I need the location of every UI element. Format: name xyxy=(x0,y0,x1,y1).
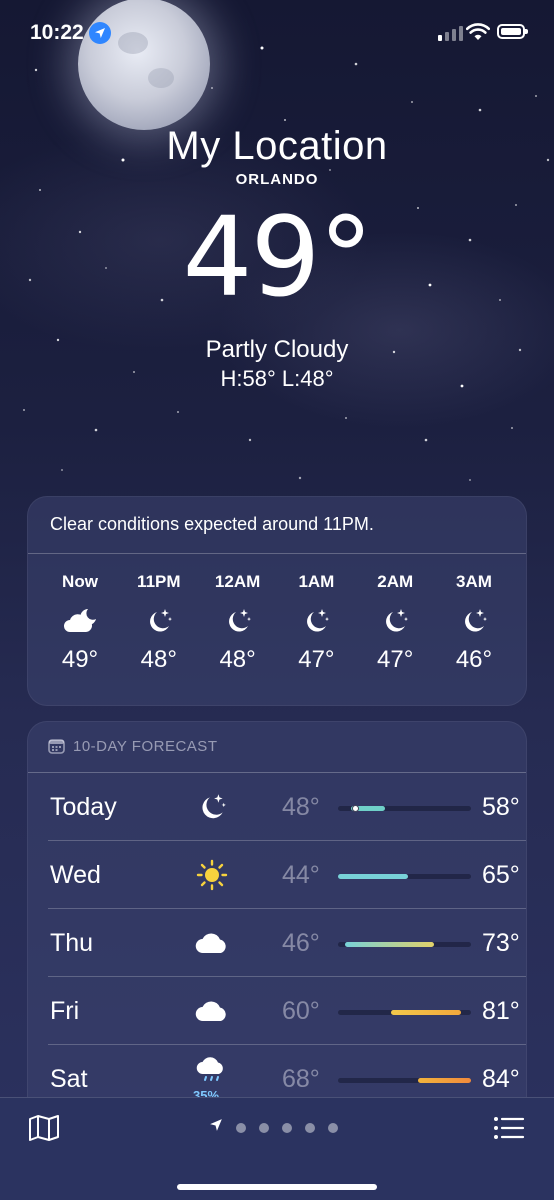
cellular-signal-icon xyxy=(438,26,463,41)
page-dot xyxy=(328,1122,338,1133)
day-name: Today xyxy=(50,793,117,821)
current-temperature-marker xyxy=(351,805,359,812)
temperature-range-bar xyxy=(338,942,471,947)
hour-item: 12AM 48° xyxy=(202,572,274,674)
cloud-icon xyxy=(188,991,236,1031)
ten-day-forecast-card[interactable]: 10-DAY FORECAST Today 48° 58° Wed 44° 65… xyxy=(27,721,527,1141)
hour-item: Now 49° xyxy=(44,572,116,674)
temperature-range-bar xyxy=(338,1078,471,1083)
day-low-temperature: 44° xyxy=(282,861,320,889)
temperature-range-bar xyxy=(338,874,471,879)
page-dot xyxy=(259,1122,269,1133)
location-services-icon xyxy=(89,22,111,44)
current-temperature: 49° xyxy=(182,193,374,321)
hour-item: 2AM 47° xyxy=(359,572,431,674)
location-title: My Location xyxy=(166,124,388,168)
page-dot xyxy=(236,1122,246,1133)
location-list-icon[interactable] xyxy=(493,1115,525,1146)
moon-stars-icon xyxy=(301,600,331,642)
hour-label: 11PM xyxy=(137,572,181,591)
page-indicator[interactable] xyxy=(209,1118,338,1137)
day-high-temperature: 81° xyxy=(482,997,520,1025)
ten-day-title: 10-DAY FORECAST xyxy=(73,738,218,755)
day-high-temperature: 58° xyxy=(482,793,520,821)
battery-icon xyxy=(497,24,528,39)
day-high-temperature: 65° xyxy=(482,861,520,889)
hour-label: 2AM xyxy=(377,572,414,591)
page-dot xyxy=(305,1122,315,1133)
forecast-day-row[interactable]: Fri 60° 81° xyxy=(48,977,526,1045)
status-bar: 10:22 xyxy=(0,0,554,64)
hour-label: 3AM xyxy=(456,572,492,591)
high-low-temperature: H:58° L:48° xyxy=(220,366,334,391)
day-low-temperature: 46° xyxy=(282,929,320,957)
day-high-temperature: 73° xyxy=(482,929,520,957)
day-name: Wed xyxy=(50,861,101,889)
moon-stars-icon xyxy=(223,600,253,642)
hour-temperature: 48° xyxy=(219,646,256,673)
cloud-rain-icon xyxy=(188,1051,236,1091)
hour-temperature: 49° xyxy=(61,646,99,673)
moon-stars-icon xyxy=(380,600,410,642)
city-name: ORLANDO xyxy=(235,171,319,188)
hour-temperature: 47° xyxy=(377,646,414,673)
moon-stars-icon xyxy=(144,600,174,642)
moon-cloud-icon xyxy=(62,600,98,642)
hour-temperature: 47° xyxy=(298,646,335,673)
temperature-range-fill xyxy=(391,1010,461,1015)
day-name: Fri xyxy=(50,997,80,1025)
day-low-temperature: 48° xyxy=(282,793,320,821)
cloud-icon xyxy=(188,923,236,963)
current-weather-header: My Location ORLANDO 49° Partly Cloudy H:… xyxy=(0,124,554,392)
forecast-day-row[interactable]: Wed 44° 65° xyxy=(48,841,526,909)
day-name: Sat xyxy=(50,1065,88,1093)
map-icon[interactable] xyxy=(28,1114,60,1147)
day-low-temperature: 60° xyxy=(282,997,320,1025)
hour-item: 3AM 46° xyxy=(438,572,510,674)
temperature-range-bar xyxy=(338,805,471,812)
hourly-list[interactable]: Now 49° 11PM 48° 12AM 48° 1AM 47° 2AM 47… xyxy=(28,554,526,674)
ten-day-header: 10-DAY FORECAST xyxy=(28,722,526,773)
calendar-icon xyxy=(48,738,65,758)
hourly-summary: Clear conditions expected around 11PM. xyxy=(28,497,526,554)
hour-label: 1AM xyxy=(298,572,335,591)
forecast-day-row[interactable]: Thu 46° 73° xyxy=(48,909,526,977)
status-time: 10:22 xyxy=(30,21,84,44)
hour-label: 12AM xyxy=(214,572,261,591)
moon-stars-icon xyxy=(188,787,236,827)
page-dot xyxy=(282,1122,292,1133)
hour-temperature: 46° xyxy=(455,646,493,673)
hourly-forecast-card[interactable]: Clear conditions expected around 11PM. N… xyxy=(27,496,527,706)
home-indicator xyxy=(177,1184,377,1190)
temperature-range-fill xyxy=(344,942,435,947)
wifi-icon xyxy=(465,23,491,46)
forecast-day-row[interactable]: Today 48° 58° xyxy=(48,773,526,841)
hour-label: Now xyxy=(62,572,98,591)
hour-temperature: 48° xyxy=(140,646,177,673)
temperature-range-fill xyxy=(417,1078,471,1083)
sun-icon xyxy=(188,855,236,895)
hour-item: 1AM 47° xyxy=(280,572,352,674)
day-high-temperature: 84° xyxy=(482,1065,520,1093)
moon-stars-icon xyxy=(459,600,489,642)
day-low-temperature: 68° xyxy=(282,1065,320,1093)
hour-item: 11PM 48° xyxy=(123,572,195,674)
temperature-range-bar xyxy=(338,1010,471,1015)
current-condition: Partly Cloudy xyxy=(205,336,349,363)
current-location-arrow-icon xyxy=(209,1118,223,1137)
day-name: Thu xyxy=(50,929,94,957)
temperature-range-fill xyxy=(338,874,408,879)
